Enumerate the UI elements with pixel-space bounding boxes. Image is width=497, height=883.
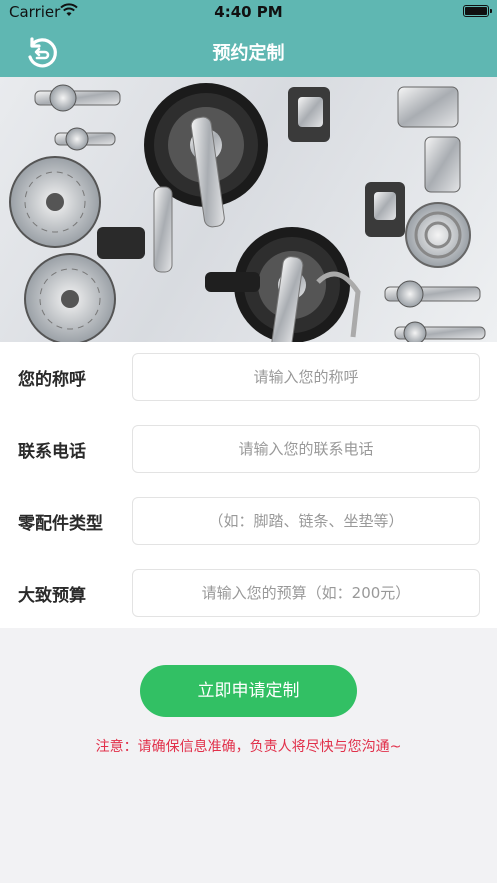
name-label: 您的称呼 [18,370,86,390]
banner-image [0,77,497,342]
bottom-bracket [205,272,260,292]
cassette [405,202,471,268]
derailleur-1 [288,87,330,142]
hub-4 [394,321,486,342]
form-row-name: 您的称呼 请输入您的称呼 [0,342,497,412]
brake-caliper [97,227,145,259]
hub-2 [54,127,116,151]
nav-bar: Carrier 4:40 PM 预约定制 [0,0,497,77]
disc-rotor-1 [9,156,101,248]
notice-text: 注意：请确保信息准确，负责人将尽快与您沟通~ [95,739,402,755]
disc-rotor-2 [24,253,116,342]
part-type-label: 零配件类型 [18,514,103,534]
battery-icon [463,5,492,17]
phone-label: 联系电话 [18,442,86,462]
budget-label: 大致预算 [18,586,86,606]
derailleur-2 [365,182,405,237]
front-derailleur [397,86,461,193]
custom-order-form: 您的称呼 请输入您的称呼 联系电话 请输入您的联系电话 零配件类型 （如：脚踏、… [0,342,497,628]
clock: 4:40 PM [214,3,283,21]
form-row-part-type: 零配件类型 （如：脚踏、链条、坐垫等） [0,486,497,556]
bicycle-components-photo [9,83,486,342]
part-type-input[interactable]: （如：脚踏、链条、坐垫等） [132,497,480,545]
phone-input[interactable]: 请输入您的联系电话 [132,425,480,473]
hub-1 [34,84,121,112]
crank-arm [153,186,173,273]
hub-3 [384,280,481,308]
name-input[interactable]: 请输入您的称呼 [132,353,480,401]
form-row-phone: 联系电话 请输入您的联系电话 [0,414,497,484]
status-bar: Carrier 4:40 PM [0,0,497,26]
page-title: 预约定制 [212,43,285,64]
submit-button[interactable]: 立即申请定制 [140,665,357,717]
form-row-budget: 大致预算 请输入您的预算（如：200元） [0,558,497,628]
budget-input[interactable]: 请输入您的预算（如：200元） [132,569,480,617]
